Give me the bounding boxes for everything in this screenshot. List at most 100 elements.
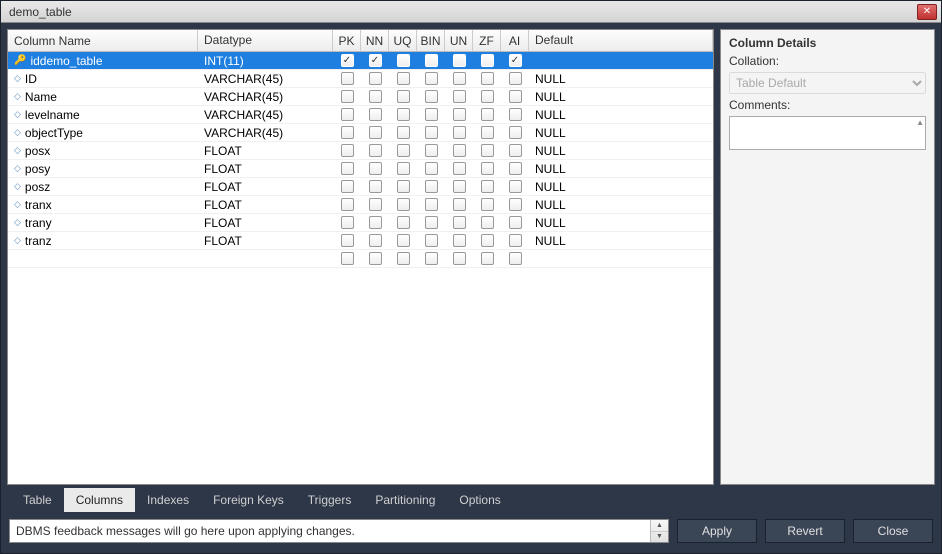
ai-checkbox[interactable] bbox=[509, 72, 522, 85]
tab-partitioning[interactable]: Partitioning bbox=[363, 488, 447, 512]
cell-zf[interactable] bbox=[473, 53, 501, 68]
spinner-down-icon[interactable]: ▼ bbox=[651, 532, 668, 543]
cell-un[interactable] bbox=[445, 179, 473, 194]
cell-uq[interactable] bbox=[389, 161, 417, 176]
cell-default[interactable] bbox=[529, 60, 713, 62]
header-default[interactable]: Default bbox=[529, 30, 713, 51]
cell-column-name[interactable]: ◇posx bbox=[8, 143, 198, 159]
cell-default[interactable]: NULL bbox=[529, 125, 713, 141]
cell-zf[interactable] bbox=[473, 107, 501, 122]
zf-checkbox[interactable] bbox=[481, 72, 494, 85]
cell-pk[interactable] bbox=[333, 161, 361, 176]
zf-checkbox[interactable] bbox=[481, 198, 494, 211]
nn-checkbox[interactable] bbox=[369, 126, 382, 139]
zf-checkbox[interactable] bbox=[481, 216, 494, 229]
un-checkbox[interactable] bbox=[453, 144, 466, 157]
cell-bin[interactable] bbox=[417, 107, 445, 122]
ai-checkbox[interactable] bbox=[509, 234, 522, 247]
header-bin[interactable]: BIN bbox=[417, 30, 445, 51]
cell-bin[interactable] bbox=[417, 125, 445, 140]
nn-checkbox[interactable] bbox=[369, 234, 382, 247]
uq-checkbox[interactable] bbox=[397, 198, 410, 211]
cell-nn[interactable] bbox=[361, 197, 389, 212]
cell-ai[interactable] bbox=[501, 233, 529, 248]
cell-nn[interactable] bbox=[361, 125, 389, 140]
cell-default[interactable]: NULL bbox=[529, 89, 713, 105]
close-button[interactable]: Close bbox=[853, 519, 933, 543]
table-row[interactable] bbox=[8, 250, 713, 268]
header-datatype[interactable]: Datatype bbox=[198, 30, 333, 51]
ai-checkbox[interactable] bbox=[509, 216, 522, 229]
cell-ai[interactable] bbox=[501, 161, 529, 176]
nn-checkbox[interactable]: ✓ bbox=[369, 54, 382, 67]
bin-checkbox[interactable] bbox=[425, 72, 438, 85]
pk-checkbox[interactable] bbox=[341, 252, 354, 265]
table-row[interactable]: ◇tranzFLOATNULL bbox=[8, 232, 713, 250]
table-row[interactable]: ◇tranyFLOATNULL bbox=[8, 214, 713, 232]
cell-un[interactable] bbox=[445, 89, 473, 104]
table-row[interactable]: ◇IDVARCHAR(45)NULL bbox=[8, 70, 713, 88]
zf-checkbox[interactable] bbox=[481, 126, 494, 139]
nn-checkbox[interactable] bbox=[369, 90, 382, 103]
cell-column-name[interactable]: ◇posz bbox=[8, 179, 198, 195]
nn-checkbox[interactable] bbox=[369, 162, 382, 175]
cell-uq[interactable] bbox=[389, 251, 417, 266]
header-uq[interactable]: UQ bbox=[389, 30, 417, 51]
cell-bin[interactable] bbox=[417, 197, 445, 212]
pk-checkbox[interactable] bbox=[341, 180, 354, 193]
cell-bin[interactable] bbox=[417, 53, 445, 68]
cell-nn[interactable] bbox=[361, 233, 389, 248]
cell-nn[interactable] bbox=[361, 179, 389, 194]
uq-checkbox[interactable] bbox=[397, 162, 410, 175]
header-column-name[interactable]: Column Name bbox=[8, 30, 198, 51]
table-row[interactable]: ◇posyFLOATNULL bbox=[8, 160, 713, 178]
table-row[interactable]: 🔑iddemo_tableINT(11)✓✓✓ bbox=[8, 52, 713, 70]
uq-checkbox[interactable] bbox=[397, 126, 410, 139]
pk-checkbox[interactable] bbox=[341, 72, 354, 85]
cell-bin[interactable] bbox=[417, 161, 445, 176]
bin-checkbox[interactable] bbox=[425, 162, 438, 175]
cell-zf[interactable] bbox=[473, 215, 501, 230]
tab-columns[interactable]: Columns bbox=[64, 488, 135, 512]
cell-datatype[interactable]: FLOAT bbox=[198, 215, 333, 231]
ai-checkbox[interactable] bbox=[509, 108, 522, 121]
feedback-message[interactable] bbox=[9, 519, 669, 543]
uq-checkbox[interactable] bbox=[397, 54, 410, 67]
table-row[interactable]: ◇posxFLOATNULL bbox=[8, 142, 713, 160]
pk-checkbox[interactable] bbox=[341, 126, 354, 139]
uq-checkbox[interactable] bbox=[397, 234, 410, 247]
cell-datatype[interactable]: VARCHAR(45) bbox=[198, 125, 333, 141]
un-checkbox[interactable] bbox=[453, 90, 466, 103]
uq-checkbox[interactable] bbox=[397, 216, 410, 229]
un-checkbox[interactable] bbox=[453, 54, 466, 67]
cell-datatype[interactable]: FLOAT bbox=[198, 179, 333, 195]
nn-checkbox[interactable] bbox=[369, 252, 382, 265]
uq-checkbox[interactable] bbox=[397, 108, 410, 121]
nn-checkbox[interactable] bbox=[369, 144, 382, 157]
cell-column-name[interactable] bbox=[8, 258, 198, 260]
cell-pk[interactable] bbox=[333, 71, 361, 86]
cell-column-name[interactable]: ◇posy bbox=[8, 161, 198, 177]
uq-checkbox[interactable] bbox=[397, 180, 410, 193]
bin-checkbox[interactable] bbox=[425, 216, 438, 229]
un-checkbox[interactable] bbox=[453, 126, 466, 139]
bin-checkbox[interactable] bbox=[425, 90, 438, 103]
apply-button[interactable]: Apply bbox=[677, 519, 757, 543]
pk-checkbox[interactable] bbox=[341, 144, 354, 157]
ai-checkbox[interactable] bbox=[509, 252, 522, 265]
cell-uq[interactable] bbox=[389, 53, 417, 68]
zf-checkbox[interactable] bbox=[481, 54, 494, 67]
cell-uq[interactable] bbox=[389, 215, 417, 230]
nn-checkbox[interactable] bbox=[369, 108, 382, 121]
cell-zf[interactable] bbox=[473, 233, 501, 248]
cell-bin[interactable] bbox=[417, 179, 445, 194]
un-checkbox[interactable] bbox=[453, 198, 466, 211]
cell-zf[interactable] bbox=[473, 71, 501, 86]
cell-ai[interactable] bbox=[501, 215, 529, 230]
header-nn[interactable]: NN bbox=[361, 30, 389, 51]
un-checkbox[interactable] bbox=[453, 108, 466, 121]
cell-default[interactable]: NULL bbox=[529, 197, 713, 213]
cell-pk[interactable] bbox=[333, 233, 361, 248]
nn-checkbox[interactable] bbox=[369, 72, 382, 85]
cell-uq[interactable] bbox=[389, 233, 417, 248]
